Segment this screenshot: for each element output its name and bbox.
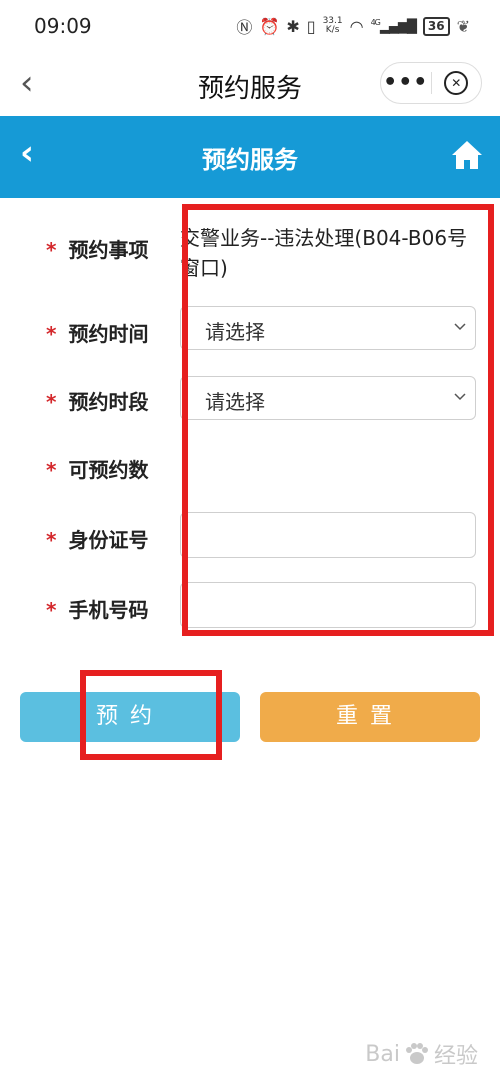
required-mark: * <box>46 528 57 552</box>
slot-label: * 预约时段 <box>46 386 148 415</box>
leaf-icon: ❦ <box>456 16 470 36</box>
wechat-nav-bar: ‹ 预约服务 ••• ✕ <box>0 56 500 116</box>
home-icon[interactable] <box>450 138 484 172</box>
battery-icon: 36 <box>422 16 450 36</box>
watermark: Bai 经验 <box>365 1038 478 1070</box>
id-label-text: 身份证号 <box>68 528 149 552</box>
reset-button[interactable]: 重置 <box>260 692 480 742</box>
page-header: ‹ 预约服务 <box>0 116 500 198</box>
more-button[interactable]: ••• <box>381 72 431 94</box>
status-bar: 09:09 Ⓝ ⏰ ✱ ▯ 33.1 K/s ◠ 4G▂▄▆█ 36 ❦ <box>0 0 500 56</box>
date-label-text: 预约时间 <box>68 322 149 346</box>
annotation-box-form <box>182 204 494 636</box>
required-mark: * <box>46 322 57 346</box>
required-mark: * <box>46 598 57 622</box>
watermark-text: Bai <box>365 1041 400 1067</box>
close-circle-icon: ✕ <box>444 71 469 95</box>
vibrate-icon: ▯ <box>306 16 316 36</box>
wifi-icon: ◠ <box>349 16 364 36</box>
close-mini-program-button[interactable]: ✕ <box>432 71 482 95</box>
phone-label: * 手机号码 <box>46 594 148 623</box>
required-mark: * <box>46 238 57 262</box>
net-speed-unit: K/s <box>325 25 340 35</box>
date-label: * 预约时间 <box>46 318 148 347</box>
count-label: * 可预约数 <box>46 454 148 483</box>
paw-icon <box>405 1043 428 1064</box>
alarm-icon: ⏰ <box>259 16 280 36</box>
page-title: 预约服务 <box>202 146 298 174</box>
annotation-box-book <box>80 670 222 760</box>
watermark-text-2: 经验 <box>433 1044 478 1069</box>
id-label: * 身份证号 <box>46 524 148 553</box>
required-mark: * <box>46 390 57 414</box>
status-time: 09:09 <box>34 14 92 38</box>
bluetooth-icon: ✱ <box>286 16 300 36</box>
slot-label-text: 预约时段 <box>68 390 149 414</box>
count-label-text: 可预约数 <box>68 458 149 482</box>
mini-program-capsule: ••• ✕ <box>380 62 482 104</box>
net-speed: 33.1 K/s <box>323 17 343 35</box>
phone-label-text: 手机号码 <box>68 598 149 622</box>
required-mark: * <box>46 458 57 482</box>
item-label-text: 预约事项 <box>68 238 149 262</box>
signal-icon: 4G▂▄▆█ <box>370 17 417 35</box>
item-label: * 预约事项 <box>46 234 148 263</box>
status-icons: Ⓝ ⏰ ✱ ▯ 33.1 K/s ◠ 4G▂▄▆█ 36 ❦ <box>236 14 470 38</box>
nfc-icon: Ⓝ <box>236 18 253 37</box>
signal-type: 4G <box>370 17 381 27</box>
